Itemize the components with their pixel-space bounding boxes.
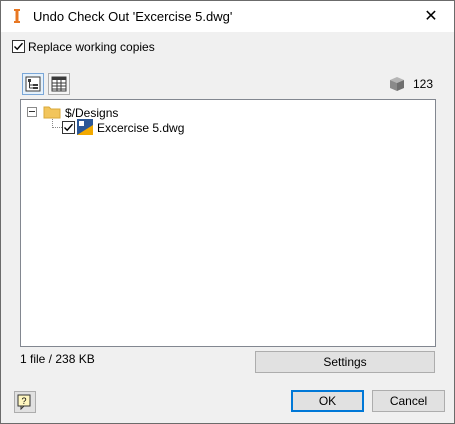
inventor-vault-icon	[14, 9, 20, 23]
grid-view-icon	[51, 76, 67, 92]
ok-button[interactable]: OK	[291, 390, 364, 412]
cube-icon	[390, 77, 404, 91]
svg-text:?: ?	[21, 396, 26, 406]
tree-root-label[interactable]: $/Designs	[65, 106, 118, 120]
close-button[interactable]: ✕	[408, 1, 454, 31]
file-checkbox[interactable]	[62, 121, 75, 134]
tree-file-label[interactable]: Excercise 5.dwg	[97, 121, 184, 135]
item-count: 123	[413, 77, 434, 91]
cancel-button[interactable]: Cancel	[372, 390, 445, 412]
checkmark-icon	[14, 42, 24, 51]
grid-view-button[interactable]	[48, 73, 70, 95]
dialog-window: Undo Check Out 'Excercise 5.dwg' ✕ Repla…	[0, 0, 455, 424]
tree-view-button[interactable]	[22, 73, 44, 95]
replace-working-copies-label: Replace working copies	[28, 40, 155, 54]
folder-icon	[43, 106, 61, 119]
help-icon: ?	[17, 394, 31, 410]
status-summary: 1 file / 238 KB	[20, 352, 95, 366]
close-icon: ✕	[424, 8, 438, 25]
window-title: Undo Check Out 'Excercise 5.dwg'	[33, 9, 233, 24]
file-tree[interactable]: $/Designs Excercise 5.dwg	[20, 99, 436, 347]
dwg-file-icon	[77, 119, 93, 135]
tree-connector	[52, 127, 62, 128]
collapse-toggle[interactable]	[27, 107, 37, 117]
settings-button[interactable]: Settings	[255, 351, 435, 373]
checkmark-icon	[64, 123, 74, 132]
title-bar: Undo Check Out 'Excercise 5.dwg' ✕	[1, 1, 454, 32]
replace-working-copies-checkbox[interactable]	[12, 40, 25, 53]
tree-view-icon	[25, 76, 41, 92]
help-button[interactable]: ?	[14, 391, 36, 413]
